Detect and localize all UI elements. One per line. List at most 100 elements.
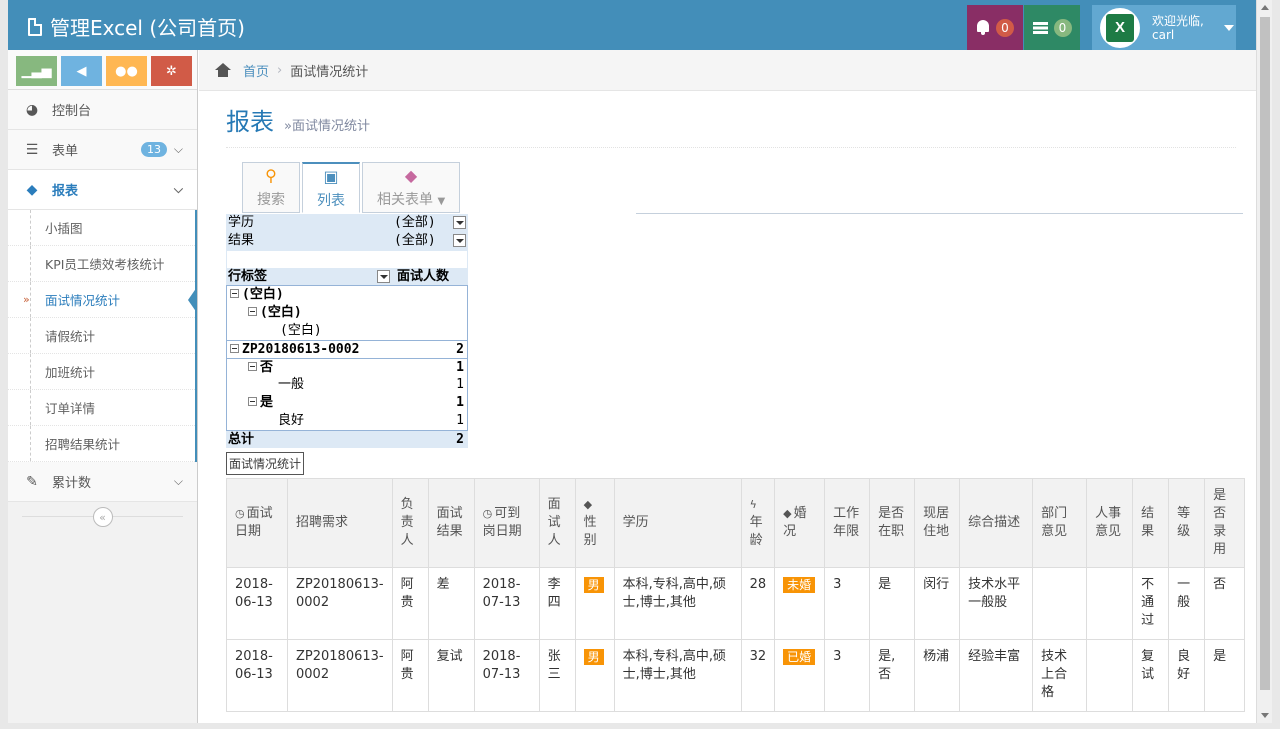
table-cell: 本科,专科,高中,硕士,博士,其他 (613, 567, 742, 640)
table-cell: 是 (1204, 639, 1246, 712)
dashboard-icon: ◕ (25, 101, 39, 118)
column-header[interactable]: 学历 (613, 478, 742, 568)
row-label-dropdown-button[interactable] (377, 270, 390, 283)
pivot-filter-result: 结果 (全部) (226, 232, 468, 250)
tab-underline (636, 213, 1243, 214)
pivot-row-label: 是 (260, 395, 274, 410)
column-header[interactable]: ◆ 性别 (574, 478, 615, 568)
home-icon (215, 63, 231, 77)
column-header[interactable]: ◆ 婚况 (774, 478, 826, 568)
scrollbar-thumb[interactable] (1260, 17, 1270, 690)
status-badge: 男 (583, 649, 604, 665)
table-cell: 技术上合格 (1032, 639, 1088, 712)
column-header[interactable]: ϟ 年龄 (740, 478, 776, 568)
pivot-row: 良好 1 (226, 412, 468, 430)
app-brand[interactable]: 管理Excel (公司首页) (28, 12, 245, 41)
tab-label-text: 相关表单 (377, 192, 433, 208)
column-header[interactable]: 现居住地 (914, 478, 961, 568)
column-header[interactable]: 综合描述 (959, 478, 1034, 568)
cell-text: 杨浦 (923, 649, 950, 664)
submenu-label: KPI员工绩效考核统计 (45, 257, 165, 272)
column-header[interactable]: 是否录用 (1204, 478, 1246, 568)
pivot-row-label: 否 (260, 360, 274, 375)
pivot-row-label: (空白) (280, 323, 322, 338)
column-header-label: 学历 (622, 515, 649, 530)
collapse-icon[interactable] (248, 397, 257, 406)
sidebar-item-cumulative[interactable]: ✎ 累计数 ⌵ (8, 462, 197, 502)
breadcrumb-home-link[interactable]: 首页 (243, 61, 269, 80)
collapse-icon[interactable] (248, 362, 257, 371)
table-cell: 差 (427, 567, 475, 640)
scroll-up-icon[interactable] (1261, 5, 1269, 10)
column-header[interactable]: ◷ 面试日期 (226, 478, 288, 568)
column-header[interactable]: 部门意见 (1032, 478, 1088, 568)
cell-text: 经验丰富 (968, 649, 1021, 664)
cell-text: 是,否 (878, 649, 896, 682)
pivot-header: 行标签 面试人数 (226, 268, 468, 286)
submenu-item-orders[interactable]: 订单详情 (8, 390, 195, 426)
table-cell: 否 (1204, 567, 1246, 640)
username: carl (1152, 27, 1175, 42)
sidebar-item-label: 控制台 (52, 104, 92, 119)
column-header-label: 面试人 (547, 497, 561, 548)
tab-list[interactable]: ▣ 列表 (302, 162, 360, 213)
column-header-label: 负责人 (400, 497, 414, 548)
cell-text: 技术水平一般股 (968, 577, 1021, 610)
filter-dropdown-button[interactable] (453, 234, 466, 247)
shortcut-signal-button[interactable]: ▁▃▅ (16, 56, 57, 86)
submenu-item-kpi[interactable]: KPI员工绩效考核统计 (8, 246, 195, 282)
pivot-row-label: (空白) (260, 305, 302, 320)
filter-dropdown-button[interactable] (453, 216, 466, 229)
submenu-item-chart[interactable]: 小插图 (8, 210, 195, 246)
collapse-icon[interactable] (230, 289, 239, 298)
collapse-sidebar-button[interactable]: « (92, 507, 113, 527)
shortcut-bullhorn-button[interactable]: ◀ (61, 56, 102, 86)
column-header[interactable]: ◷ 可到岗日期 (473, 478, 540, 568)
table-row[interactable]: 2018-06-13 ZP20180613-0002 阿贵 复试 2018-07-13 张… (226, 639, 1246, 712)
shortcut-users-button[interactable]: ●● (106, 56, 147, 86)
table-row[interactable]: 2018-06-13 ZP20180613-0002 阿贵 差 2018-07-13 李四… (226, 567, 1246, 640)
user-menu[interactable]: X 欢迎光临, carl (1092, 5, 1236, 50)
search-icon: ⚲ (265, 166, 277, 185)
table-cell: 是 (869, 567, 916, 640)
tab-label: 列表 (317, 192, 345, 209)
column-header[interactable]: 等级 (1168, 478, 1206, 568)
column-header[interactable]: 招聘需求 (287, 478, 393, 568)
submenu-item-recruit[interactable]: 招聘结果统计 (8, 426, 195, 462)
tab-search[interactable]: ⚲ 搜索 (242, 162, 300, 213)
column-header[interactable]: 是否在职 (869, 478, 916, 568)
sidebar-item-forms[interactable]: ☰ 表单 13 ⌵ (8, 130, 197, 170)
submenu-item-leave[interactable]: 请假统计 (8, 318, 195, 354)
submenu-item-interview[interactable]: » 面试情况统计 (8, 282, 197, 318)
caret-down-icon: ▼ (437, 196, 446, 207)
sidebar-item-reports[interactable]: ◆ 报表 ⌵ (8, 170, 197, 210)
scroll-down-icon[interactable] (1261, 713, 1269, 718)
table-cell: 复试 (1132, 639, 1170, 712)
tag-icon: ◆ (26, 181, 38, 198)
column-header[interactable]: 结果 (1132, 478, 1170, 568)
column-header[interactable]: 负责人 (391, 478, 429, 568)
column-header[interactable]: 面试人 (538, 478, 576, 568)
shortcut-cogs-button[interactable]: ✲ (151, 56, 192, 86)
column-header[interactable]: 面试结果 (427, 478, 475, 568)
table-cell: 李四 (538, 567, 576, 640)
submenu-label: 招聘结果统计 (45, 437, 121, 452)
submenu-item-overtime[interactable]: 加班统计 (8, 354, 195, 390)
tasks-button[interactable]: 0 (1024, 5, 1080, 50)
column-header[interactable]: 工作年限 (824, 478, 871, 568)
collapse-icon[interactable] (248, 307, 257, 316)
cell-text: 闵行 (923, 577, 950, 592)
submenu-label: 小插图 (45, 221, 83, 236)
cell-text: 复试 (1141, 649, 1155, 682)
cell-text: 是 (878, 577, 892, 592)
notifications-button[interactable]: 0 (967, 5, 1023, 50)
tab-related-forms[interactable]: ◆ 相关表单 ▼ (362, 162, 461, 213)
sidebar-item-dashboard[interactable]: ◕ 控制台 (8, 90, 197, 130)
column-header[interactable]: 人事意见 (1086, 478, 1134, 568)
pivot-row-label: ZP20180613-0002 (242, 342, 360, 357)
sidebar-shortcuts: ▁▃▅ ◀ ●● ✲ (8, 50, 197, 90)
submenu-label: 订单详情 (45, 401, 96, 416)
vertical-scrollbar[interactable] (1256, 0, 1272, 723)
top-navbar: 管理Excel (公司首页) 0 0 X 欢迎光临, carl (8, 0, 1256, 50)
collapse-icon[interactable] (230, 344, 239, 353)
